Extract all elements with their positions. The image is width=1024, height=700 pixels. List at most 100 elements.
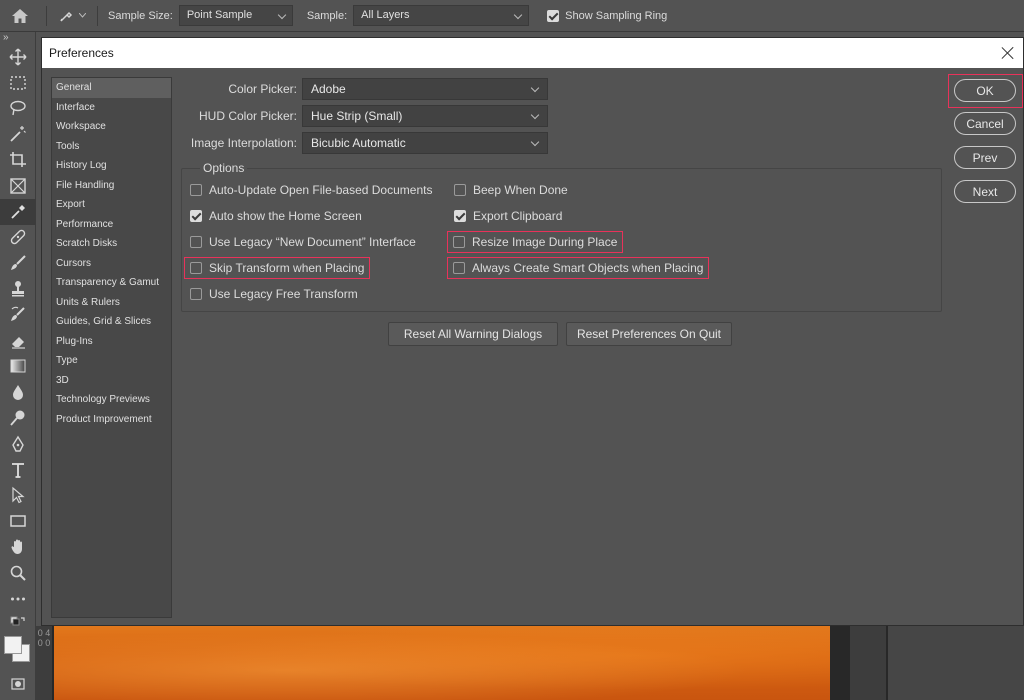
skip-transform-label: Skip Transform when Placing <box>209 261 365 275</box>
legacy-new-document-label: Use Legacy “New Document” Interface <box>209 235 416 249</box>
quick-mask-icon[interactable] <box>0 674 36 694</box>
color-picker-row: Color Picker: Adobe <box>180 78 548 100</box>
nav-item-interface[interactable]: Interface <box>52 98 171 118</box>
checkbox-unchecked <box>453 236 465 248</box>
sample-size-select[interactable]: Point Sample <box>178 5 293 26</box>
show-sampling-ring-label: Show Sampling Ring <box>565 9 668 22</box>
export-clipboard-checkbox[interactable]: Export Clipboard <box>454 209 562 223</box>
nav-item-technology-previews[interactable]: Technology Previews <box>52 390 171 410</box>
resize-image-during-place-label: Resize Image During Place <box>472 235 618 249</box>
rectangle-icon[interactable] <box>0 508 36 534</box>
nav-item-guides-grid-slices[interactable]: Guides, Grid & Slices <box>52 312 171 332</box>
hud-color-picker-label: HUD Color Picker: <box>198 109 297 123</box>
image-interpolation-label: Image Interpolation: <box>190 136 297 150</box>
canvas-area: 0 4 0 0 <box>36 626 1024 700</box>
options-group-title: Options <box>200 161 248 175</box>
nav-item-workspace[interactable]: Workspace <box>52 117 171 137</box>
auto-update-checkbox[interactable]: Auto-Update Open File-based Documents <box>190 183 432 197</box>
nav-item-general[interactable]: General <box>52 78 171 98</box>
image-interpolation-select[interactable]: Bicubic Automatic <box>302 132 548 154</box>
cancel-button[interactable]: Cancel <box>954 112 1016 135</box>
panel-dock-collapsed <box>850 626 886 700</box>
frame-icon[interactable] <box>0 173 36 199</box>
color-swatches[interactable] <box>0 634 35 674</box>
path-selection-icon[interactable] <box>0 483 36 509</box>
history-brush-icon[interactable] <box>0 302 36 328</box>
dialog-titlebar: Preferences <box>42 38 1023 68</box>
more-tools-icon[interactable] <box>0 586 36 612</box>
nav-item-product-improvement[interactable]: Product Improvement <box>52 410 171 430</box>
reset-preferences-on-quit-button[interactable]: Reset Preferences On Quit <box>566 322 732 346</box>
checkbox-unchecked <box>190 288 202 300</box>
magic-wand-icon[interactable] <box>0 121 36 147</box>
nav-item-export[interactable]: Export <box>52 195 171 215</box>
dialog-title: Preferences <box>49 46 114 60</box>
sample-select[interactable]: All Layers <box>353 5 530 26</box>
color-picker-select[interactable]: Adobe <box>302 78 548 100</box>
next-button[interactable]: Next <box>954 180 1016 203</box>
checkbox-checked <box>190 210 202 222</box>
nav-item-transparency-gamut[interactable]: Transparency & Gamut <box>52 273 171 293</box>
blur-icon[interactable] <box>0 379 36 405</box>
hand-icon[interactable] <box>0 534 36 560</box>
eraser-icon[interactable] <box>0 328 36 354</box>
reset-warning-dialogs-button[interactable]: Reset All Warning Dialogs <box>388 322 558 346</box>
chevron-down-icon <box>79 13 86 18</box>
panel-dock <box>888 626 1024 700</box>
beep-when-done-label: Beep When Done <box>473 183 568 197</box>
legacy-free-transform-checkbox[interactable]: Use Legacy Free Transform <box>190 287 358 301</box>
nav-item-tools[interactable]: Tools <box>52 137 171 157</box>
crop-icon[interactable] <box>0 147 36 173</box>
legacy-free-transform-label: Use Legacy Free Transform <box>209 287 358 301</box>
beep-when-done-checkbox[interactable]: Beep When Done <box>454 183 568 197</box>
checkbox-unchecked <box>190 236 202 248</box>
foreground-color-swatch[interactable] <box>4 635 22 654</box>
auto-update-label: Auto-Update Open File-based Documents <box>209 183 433 197</box>
legacy-new-document-checkbox[interactable]: Use Legacy “New Document” Interface <box>190 235 416 249</box>
marquee-icon[interactable] <box>0 70 36 96</box>
healing-brush-icon[interactable] <box>0 225 36 251</box>
dodge-icon[interactable] <box>0 405 36 431</box>
divider <box>97 5 98 26</box>
nav-item-history-log[interactable]: History Log <box>52 156 171 176</box>
gradient-icon[interactable] <box>0 354 36 380</box>
nav-item-cursors[interactable]: Cursors <box>52 254 171 274</box>
nav-item-file-handling[interactable]: File Handling <box>52 176 171 196</box>
show-sampling-ring-checkbox[interactable]: Show Sampling Ring <box>547 9 668 22</box>
nav-item-scratch-disks[interactable]: Scratch Disks <box>52 234 171 254</box>
vertical-ruler: 0 4 0 0 <box>36 626 52 700</box>
eyedropper-preset-icon[interactable] <box>53 0 91 32</box>
type-icon[interactable] <box>0 457 36 483</box>
auto-show-home-screen-checkbox[interactable]: Auto show the Home Screen <box>190 209 362 223</box>
preferences-nav: General Interface Workspace Tools Histor… <box>51 77 172 618</box>
nav-item-plug-ins[interactable]: Plug-Ins <box>52 332 171 352</box>
eyedropper-icon[interactable] <box>0 198 36 225</box>
swap-colors-icon[interactable] <box>0 612 36 634</box>
checkbox-unchecked <box>190 184 202 196</box>
resize-image-during-place-checkbox[interactable]: Resize Image During Place <box>446 231 624 253</box>
ok-button[interactable]: OK <box>954 79 1016 102</box>
lasso-icon[interactable] <box>0 96 36 122</box>
nav-item-type[interactable]: Type <box>52 351 171 371</box>
skip-transform-checkbox[interactable]: Skip Transform when Placing <box>183 257 371 279</box>
clone-stamp-icon[interactable] <box>0 276 36 302</box>
always-create-smart-objects-checkbox[interactable]: Always Create Smart Objects when Placing <box>446 257 710 279</box>
image-interpolation-row: Image Interpolation: Bicubic Automatic <box>180 132 548 154</box>
zoom-icon[interactable] <box>0 560 36 586</box>
pen-icon[interactable] <box>0 431 36 457</box>
move-icon[interactable] <box>0 44 36 70</box>
hud-color-picker-row: HUD Color Picker: Hue Strip (Small) <box>180 105 548 127</box>
nav-item-3d[interactable]: 3D <box>52 371 171 391</box>
checkbox-checked <box>454 210 466 222</box>
checkbox-unchecked <box>190 262 202 274</box>
nav-item-units-rulers[interactable]: Units & Rulers <box>52 293 171 313</box>
hud-color-picker-select[interactable]: Hue Strip (Small) <box>302 105 548 127</box>
document-image[interactable] <box>54 626 830 700</box>
checkbox-unchecked <box>453 262 465 274</box>
prev-button[interactable]: Prev <box>954 146 1016 169</box>
collapse-panel-icon[interactable]: » <box>0 32 35 44</box>
nav-item-performance[interactable]: Performance <box>52 215 171 235</box>
brush-icon[interactable] <box>0 250 36 276</box>
close-icon[interactable] <box>1001 46 1015 60</box>
home-icon[interactable] <box>0 0 40 32</box>
